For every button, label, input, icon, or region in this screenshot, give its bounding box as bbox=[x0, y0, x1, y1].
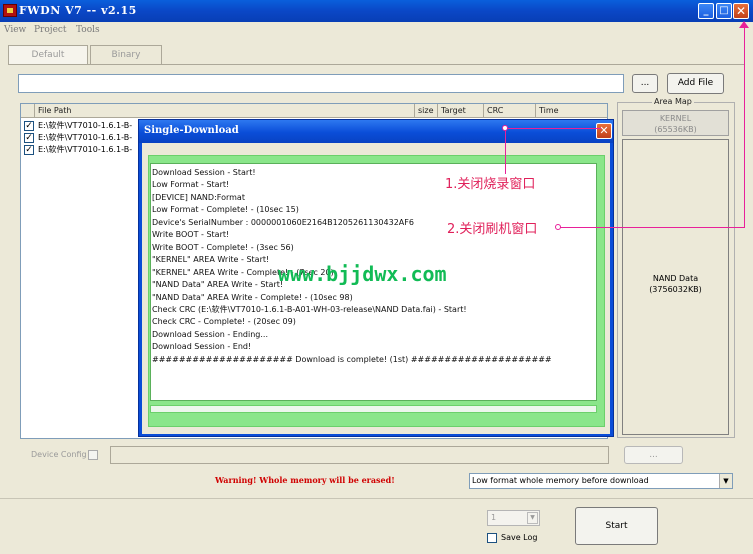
start-button[interactable]: Start bbox=[575, 507, 658, 545]
browse-button[interactable]: ... bbox=[632, 74, 658, 93]
row-checkbox[interactable]: ✓ bbox=[24, 145, 34, 155]
table-row[interactable]: ✓ E:\软件\VT7010-1.6.1-B- bbox=[21, 144, 151, 156]
annotation-dot bbox=[502, 125, 508, 131]
menu-project[interactable]: Project bbox=[34, 25, 67, 35]
log-line: [DEVICE] NAND:Format bbox=[152, 192, 245, 202]
app-icon bbox=[3, 4, 17, 17]
nand-area-size: (3756032KB) bbox=[649, 285, 702, 294]
save-log-label: Save Log bbox=[501, 533, 538, 542]
kernel-area-block[interactable]: KERNEL (65536KB) bbox=[622, 110, 729, 136]
menu-tools[interactable]: Tools bbox=[76, 25, 100, 35]
log-line: Check CRC - Complete! - (20sec 09) bbox=[152, 317, 296, 327]
column-header-size[interactable]: size bbox=[415, 104, 438, 118]
column-header-target[interactable]: Target bbox=[438, 104, 484, 118]
row-file-path: E:\软件\VT7010-1.6.1-B- bbox=[38, 133, 133, 142]
menu-bar: View Project Tools bbox=[0, 22, 753, 38]
row-file-path: E:\软件\VT7010-1.6.1-B- bbox=[38, 145, 133, 154]
kernel-area-name: KERNEL bbox=[659, 114, 692, 123]
tab-binary[interactable]: Binary bbox=[90, 45, 162, 64]
annotation-close-download-window: 1.关闭烧录窗口 bbox=[445, 177, 536, 192]
add-file-button[interactable]: Add File bbox=[667, 73, 724, 94]
dialog-title: Single-Download bbox=[144, 125, 239, 136]
device-config-input[interactable] bbox=[110, 446, 609, 464]
device-config-browse-button[interactable]: ... bbox=[624, 446, 683, 464]
column-header-time[interactable]: Time bbox=[536, 104, 607, 118]
dialog-close-button[interactable]: ✕ bbox=[596, 123, 612, 139]
annotation-dot bbox=[555, 224, 561, 230]
log-line: Check CRC (E:\软件\VT7010-1.6.1-B-A01-WH-0… bbox=[152, 304, 467, 314]
window-title: FWDN V7 -- v2.15 bbox=[19, 4, 137, 17]
log-line: "NAND Data" AREA Write - Complete! - (10… bbox=[152, 292, 353, 302]
column-header-file-path[interactable]: File Path bbox=[35, 104, 415, 118]
row-file-path: E:\软件\VT7010-1.6.1-B- bbox=[38, 121, 133, 130]
minimize-button[interactable]: _ bbox=[698, 3, 714, 19]
chevron-down-icon[interactable]: ▼ bbox=[719, 474, 732, 488]
device-config-checkbox[interactable] bbox=[88, 450, 98, 460]
window-close-button[interactable]: ✕ bbox=[733, 3, 749, 19]
count-select[interactable]: 1 ▼ bbox=[487, 510, 540, 526]
annotation-line bbox=[505, 128, 506, 174]
annotation-line bbox=[744, 26, 745, 228]
column-header-check bbox=[21, 104, 35, 118]
format-mode-select[interactable]: Low format whole memory before download … bbox=[469, 473, 733, 489]
count-value: 1 bbox=[491, 513, 497, 522]
watermark: www.bjjdwx.com bbox=[278, 262, 447, 286]
log-line: Write BOOT - Complete! - (3sec 56) bbox=[152, 242, 294, 252]
kernel-area-size: (65536KB) bbox=[654, 125, 697, 134]
column-header-crc[interactable]: CRC bbox=[484, 104, 536, 118]
tab-default[interactable]: Default bbox=[8, 45, 88, 64]
table-row[interactable]: ✓ E:\软件\VT7010-1.6.1-B- bbox=[21, 120, 151, 132]
maximize-button[interactable]: □ bbox=[716, 3, 732, 19]
chevron-down-icon[interactable]: ▼ bbox=[527, 512, 538, 524]
annotation-line bbox=[505, 128, 601, 129]
dialog-status-bar bbox=[150, 405, 597, 413]
menu-view[interactable]: View bbox=[4, 25, 26, 35]
annotation-arrow-icon bbox=[739, 21, 749, 28]
row-checkbox[interactable]: ✓ bbox=[24, 133, 34, 143]
divider bbox=[0, 498, 753, 499]
log-line: ##################### Download is comple… bbox=[152, 354, 552, 364]
area-map-title: Area Map bbox=[652, 97, 694, 106]
device-config-label: Device Config bbox=[31, 450, 87, 459]
nand-data-area-block[interactable]: NAND Data (3756032KB) bbox=[622, 139, 729, 435]
table-row[interactable]: ✓ E:\软件\VT7010-1.6.1-B- bbox=[21, 132, 151, 144]
row-checkbox[interactable]: ✓ bbox=[24, 121, 34, 131]
tab-divider bbox=[8, 64, 744, 65]
file-list-header: File Path size Target CRC Time bbox=[21, 104, 607, 118]
format-mode-value: Low format whole memory before download bbox=[472, 476, 649, 485]
log-line: Download Session - Ending... bbox=[152, 329, 269, 339]
log-line: Download Session - End! bbox=[152, 342, 252, 352]
file-path-input[interactable] bbox=[18, 74, 624, 93]
annotation-line bbox=[558, 227, 745, 228]
save-log-checkbox[interactable] bbox=[487, 533, 497, 543]
nand-area-name: NAND Data bbox=[652, 274, 699, 283]
annotation-close-flash-window: 2.关闭刷机窗口 bbox=[447, 222, 538, 237]
erase-warning: Warning! Whole memory will be erased! bbox=[215, 475, 395, 485]
log-line: Low Format - Complete! - (10sec 15) bbox=[152, 205, 299, 215]
dialog-body: Download Session - Start! Low Format - S… bbox=[142, 143, 610, 434]
